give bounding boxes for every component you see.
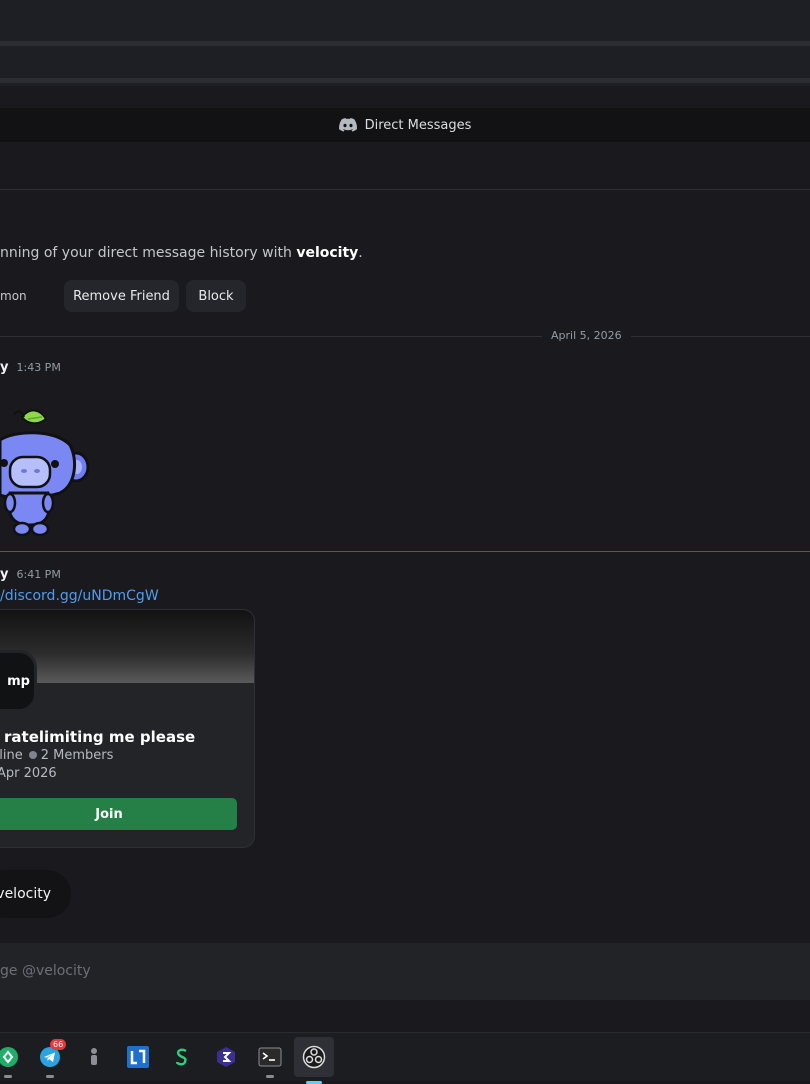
- dm-welcome-text: nning of your direct message history wit…: [0, 245, 363, 261]
- chrome-divider: [0, 41, 810, 46]
- remove-friend-button[interactable]: Remove Friend: [64, 280, 179, 312]
- purple-app-icon: [217, 1047, 235, 1067]
- message-header: y 6:41 PM: [0, 567, 61, 582]
- green-s-icon: [175, 1048, 187, 1066]
- new-messages-divider: [0, 551, 810, 552]
- channel-header: [0, 142, 810, 190]
- mention-bubble[interactable]: velocity: [0, 870, 71, 918]
- server-stats: nline 2 Members: [0, 748, 113, 763]
- welcome-prefix: nning of your direct message history wit…: [0, 245, 297, 261]
- obs-icon: [302, 1045, 326, 1069]
- taskbar-app-lt[interactable]: [124, 1043, 152, 1071]
- wumpus-sticker[interactable]: [0, 405, 95, 540]
- notification-badge: 66: [50, 1039, 67, 1050]
- running-indicator: [4, 1075, 12, 1078]
- taskbar-app-s[interactable]: [168, 1043, 196, 1071]
- join-button[interactable]: Join: [0, 798, 237, 830]
- member-count: 2 Members: [40, 748, 114, 763]
- message-header: y 1:43 PM: [0, 360, 61, 375]
- date-divider-line: [0, 336, 810, 337]
- window-title: Direct Messages: [364, 117, 472, 133]
- blue-square-app-icon: [127, 1046, 149, 1068]
- server-established-date: Apr 2026: [0, 766, 57, 781]
- welcome-suffix: .: [358, 245, 363, 261]
- message-author[interactable]: y: [0, 567, 8, 582]
- message-timestamp: 1:43 PM: [16, 361, 61, 374]
- taskbar-app-purple[interactable]: [212, 1043, 240, 1071]
- mutual-servers-label[interactable]: mon: [0, 289, 27, 303]
- taskbar-app-obs[interactable]: [294, 1037, 334, 1084]
- online-count: nline: [0, 748, 23, 763]
- server-invite-card: mp ratelimiting me please nline 2 Members…: [0, 609, 255, 848]
- terminal-icon: [258, 1047, 282, 1067]
- person-icon: [91, 1048, 97, 1065]
- block-button[interactable]: Block: [186, 280, 246, 312]
- invite-banner: [0, 610, 254, 683]
- invite-link[interactable]: /discord.gg/uNDmCgW: [0, 588, 159, 604]
- message-timestamp: 6:41 PM: [16, 568, 61, 581]
- running-indicator: [46, 1075, 54, 1078]
- chrome-divider: [0, 78, 810, 83]
- taskbar-app-chatgpt[interactable]: [0, 1043, 22, 1078]
- taskbar: 66: [0, 1032, 810, 1084]
- server-icon: mp: [0, 650, 37, 712]
- discord-logo-icon: [338, 118, 357, 132]
- taskbar-app-terminal[interactable]: [256, 1043, 284, 1078]
- message-composer[interactable]: ge @velocity: [0, 943, 810, 1000]
- title-bar: Direct Messages: [0, 108, 810, 142]
- taskbar-app-person[interactable]: [80, 1043, 108, 1071]
- window-chrome: [0, 0, 810, 86]
- taskbar-app-telegram[interactable]: 66: [36, 1039, 67, 1078]
- message-input-placeholder[interactable]: ge @velocity: [0, 963, 91, 979]
- welcome-username: velocity: [296, 245, 359, 261]
- members-dot-icon: [28, 751, 37, 759]
- message-author[interactable]: y: [0, 360, 8, 375]
- date-divider: April 5, 2026: [542, 329, 631, 342]
- green-app-icon: [0, 1047, 18, 1067]
- server-name: ratelimiting me please: [4, 728, 196, 746]
- running-indicator: [266, 1075, 274, 1078]
